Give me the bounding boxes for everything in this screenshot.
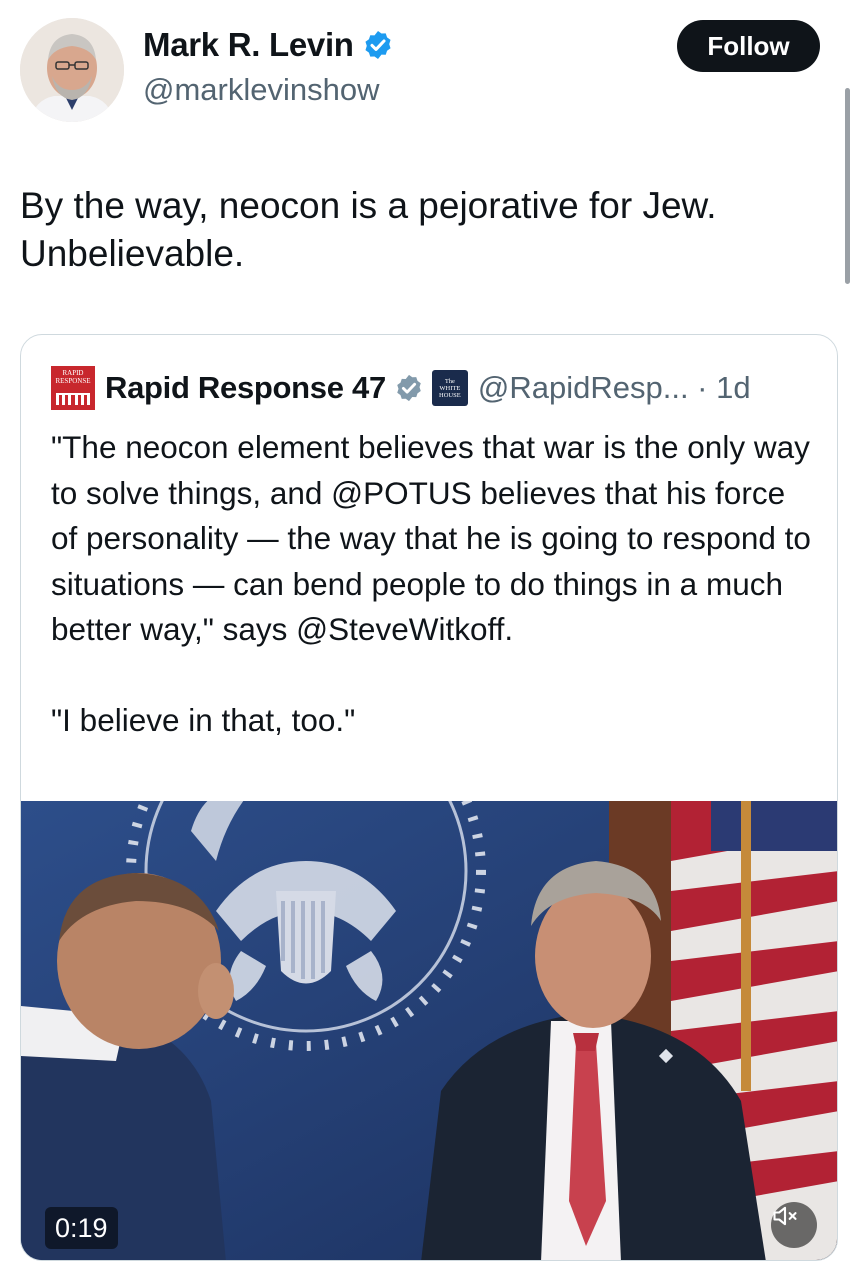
- video-duration-badge: 0:19: [45, 1207, 118, 1249]
- affiliate-text: The: [444, 377, 455, 385]
- author-avatar[interactable]: [20, 18, 124, 122]
- tweet-text: By the way, neocon is a pejorative for J…: [20, 182, 820, 278]
- affiliate-text: WHITE: [439, 384, 461, 392]
- gray-verified-badge-icon: [397, 374, 421, 402]
- quoted-display-name[interactable]: Rapid Response 47: [105, 370, 386, 406]
- logo-text: RESPONSE: [55, 377, 91, 385]
- rapid-response-avatar[interactable]: RAPID RESPONSE: [51, 366, 95, 410]
- quoted-tweet-header: RAPID RESPONSE Rapid Response 47 The WHI…: [51, 365, 751, 411]
- author-handle[interactable]: @marklevinshow: [143, 72, 379, 108]
- columns-graphic: [56, 393, 90, 405]
- white-house-affiliate-badge[interactable]: The WHITE HOUSE: [431, 370, 468, 406]
- verified-badge-icon: [365, 31, 391, 59]
- follow-button[interactable]: Follow: [677, 20, 820, 72]
- quoted-tweet-text: "The neocon element believes that war is…: [51, 425, 811, 743]
- video-player[interactable]: 0:19: [21, 801, 837, 1260]
- quoted-paragraph: "The neocon element believes that war is…: [51, 429, 820, 647]
- scrollbar[interactable]: [845, 88, 850, 284]
- author-display-name[interactable]: Mark R. Levin: [143, 26, 354, 64]
- video-frame: [21, 801, 837, 1260]
- author-name-row[interactable]: Mark R. Levin: [143, 26, 394, 64]
- tweet-text-line: By the way, neocon is a pejorative for J…: [20, 185, 717, 226]
- affiliate-text: HOUSE: [439, 391, 461, 399]
- quoted-paragraph: "I believe in that, too.": [51, 701, 356, 738]
- tweet-header: Mark R. Levin @marklevinshow Follow: [20, 18, 838, 122]
- quoted-tweet[interactable]: RAPID RESPONSE Rapid Response 47 The WHI…: [20, 334, 838, 1261]
- mute-button[interactable]: [771, 1202, 817, 1248]
- speaker-muted-icon: [773, 1206, 797, 1226]
- quoted-handle-and-time[interactable]: @RapidResp... · 1d: [478, 370, 751, 406]
- tweet-text-line: Unbelievable.: [20, 233, 245, 274]
- logo-text: RAPID: [62, 369, 84, 377]
